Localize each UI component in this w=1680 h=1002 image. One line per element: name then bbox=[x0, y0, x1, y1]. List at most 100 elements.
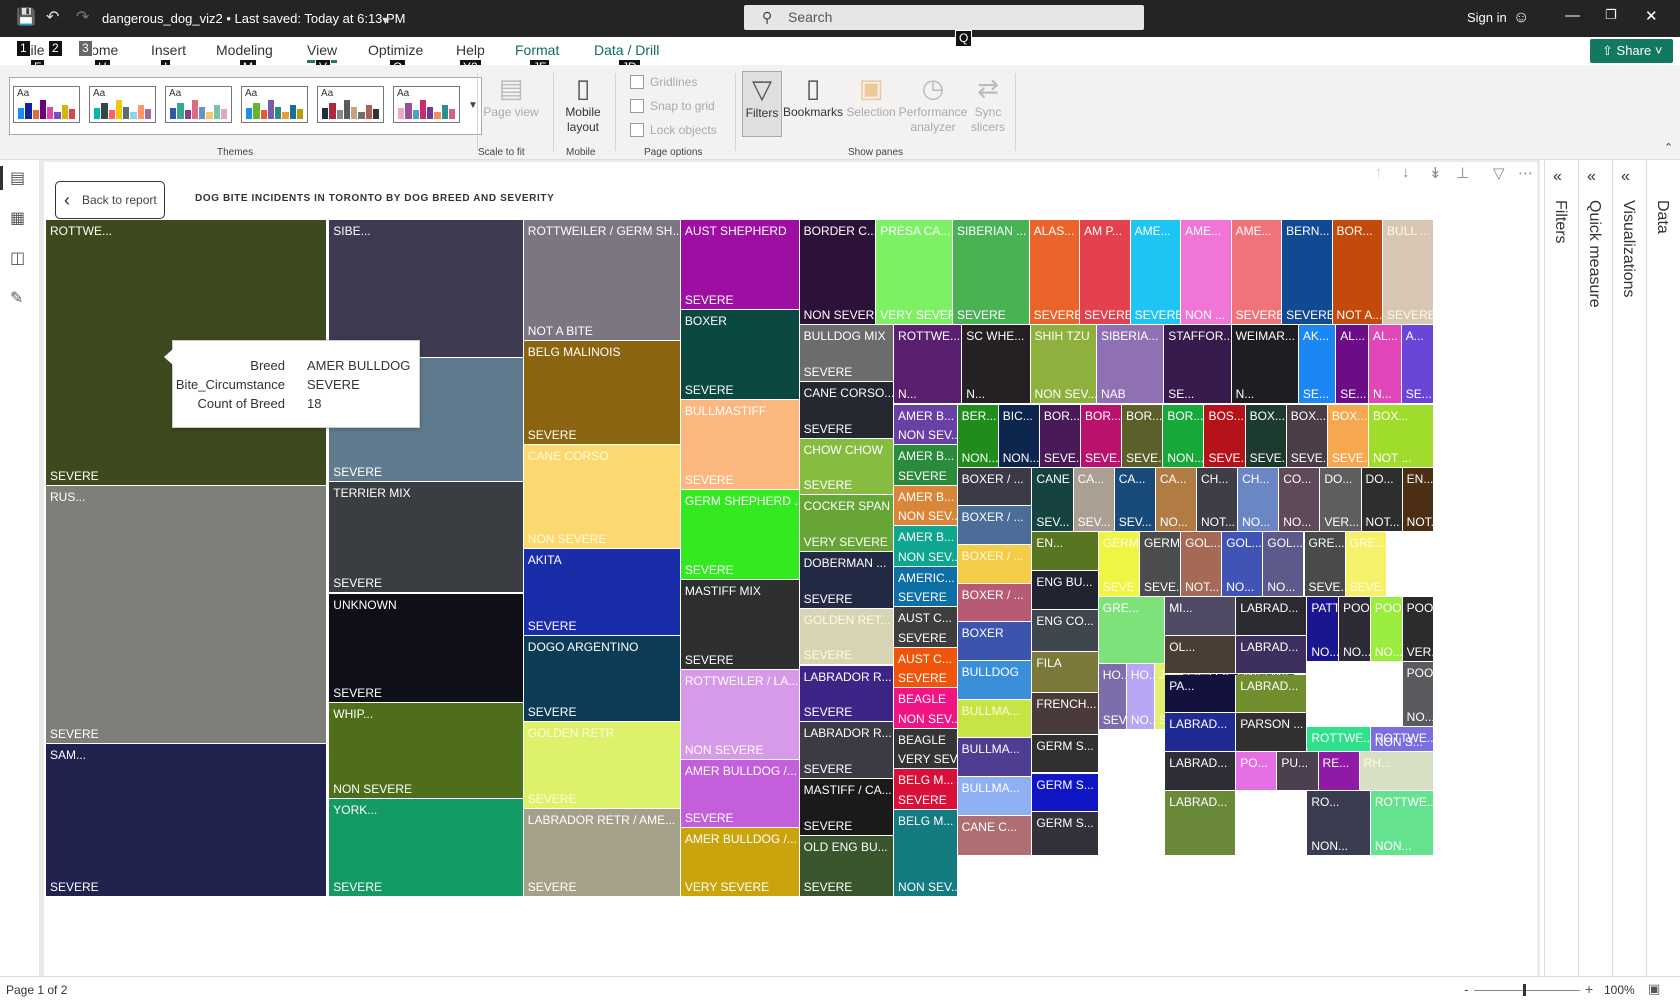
treemap-tile[interactable]: AM P... SEVERE bbox=[1080, 220, 1131, 326]
treemap-tile[interactable]: MASTIFF MIX SEVERE bbox=[680, 580, 800, 670]
treemap-tile[interactable]: OL... bbox=[1165, 635, 1237, 675]
treemap-tile[interactable]: DO... VER... bbox=[1320, 467, 1362, 533]
treemap-tile[interactable]: ROTTWEILER / GERM SH... NOT A BITE bbox=[523, 220, 681, 341]
treemap-tile[interactable]: GOLDEN RET... SEVERE bbox=[799, 608, 895, 666]
treemap-tile[interactable]: WEIMAR... N... bbox=[1231, 325, 1299, 405]
treemap-tile[interactable]: PO... bbox=[1236, 751, 1278, 791]
treemap-tile[interactable]: BELG MALINOIS SEVERE bbox=[523, 340, 681, 445]
treemap-tile[interactable]: LABRAD... bbox=[1236, 597, 1308, 636]
search-input[interactable]: ⚲ Search bbox=[744, 5, 1144, 30]
zoom-slider-track[interactable] bbox=[1474, 990, 1580, 991]
close-icon[interactable]: ✕ bbox=[1645, 7, 1658, 25]
treemap-tile[interactable]: GRE... bbox=[1098, 597, 1166, 664]
treemap-tile[interactable]: AMER B... SEVERE bbox=[894, 445, 958, 486]
page-view-button[interactable]: ▤ Page view bbox=[483, 71, 539, 120]
treemap-tile[interactable]: LABRADOR RETR / AME... SEVERE bbox=[523, 808, 681, 897]
treemap-tile[interactable]: CH... NOT... bbox=[1196, 467, 1239, 533]
treemap-tile[interactable]: AMER B... NON SEV... bbox=[894, 526, 958, 567]
treemap-tile[interactable]: DOBERMAN ... SEVERE bbox=[799, 552, 895, 609]
restore-icon[interactable]: ❐ bbox=[1605, 7, 1617, 23]
save-icon[interactable]: 💾 bbox=[16, 9, 36, 27]
treemap-tile[interactable]: GOL... NOT... bbox=[1181, 532, 1223, 598]
treemap-tile[interactable]: RO... NON... bbox=[1307, 790, 1371, 857]
minimize-icon[interactable]: — bbox=[1565, 7, 1580, 24]
treemap-tile[interactable]: ENG CO... bbox=[1032, 609, 1099, 652]
treemap-tile[interactable]: BOX... SEVE... bbox=[1327, 404, 1369, 468]
bookmarks-pane-button[interactable]: ▯ Bookmarks bbox=[783, 71, 843, 120]
treemap-tile[interactable]: AME... NON ... bbox=[1181, 220, 1232, 326]
theme-swatch[interactable]: Aa bbox=[393, 86, 460, 123]
treemap-tile[interactable]: DOGO ARGENTINO SEVERE bbox=[523, 635, 681, 723]
fit-to-page-icon[interactable]: ▣ bbox=[1648, 981, 1660, 997]
treemap-tile[interactable]: AME... SEVERE bbox=[1231, 220, 1283, 326]
treemap-tile[interactable]: BOXER bbox=[957, 622, 1033, 661]
treemap-tile[interactable]: BOX... SEVE... bbox=[1286, 404, 1328, 468]
treemap-tile[interactable]: GOLDEN RETR SEVERE bbox=[523, 722, 681, 809]
treemap-tile[interactable]: PA... bbox=[1165, 674, 1237, 714]
share-button[interactable]: ⇧ Share ˅ bbox=[1590, 39, 1673, 63]
chevron-down-icon[interactable]: ▼ bbox=[380, 12, 391, 30]
treemap-tile[interactable]: BULLMA... bbox=[957, 699, 1033, 739]
treemap-tile[interactable]: POODLE ... NO... bbox=[1339, 597, 1371, 662]
treemap-tile[interactable]: EN... bbox=[1032, 532, 1099, 571]
treemap-tile[interactable]: AKITA SEVERE bbox=[523, 549, 681, 636]
treemap-tile[interactable]: BORDER C... NON SEVERE bbox=[799, 220, 877, 326]
treemap-tile[interactable]: MI... bbox=[1165, 597, 1237, 636]
treemap-tile[interactable]: LABRAD... bbox=[1165, 790, 1237, 857]
filters-pane[interactable]: « Filters bbox=[1544, 160, 1578, 976]
treemap-tile[interactable]: CANE C... SEV... bbox=[1032, 467, 1074, 533]
treemap-tile[interactable]: LABRAD... bbox=[1165, 751, 1237, 791]
dax-query-icon[interactable]: ✎ bbox=[10, 288, 23, 308]
treemap-tile[interactable]: AMER B... NON SEV... bbox=[894, 485, 958, 526]
treemap-tile[interactable]: BELG M... SEVERE bbox=[894, 769, 958, 810]
treemap-tile[interactable]: SIBE...NON SEVERE bbox=[329, 220, 524, 358]
treemap-tile[interactable]: RUS... SEVERE bbox=[46, 485, 327, 744]
treemap-tile[interactable]: CA... SEV... bbox=[1073, 467, 1115, 533]
treemap-tile[interactable]: BULLMA... bbox=[957, 777, 1033, 816]
treemap-tile[interactable]: BOR... SEVE... bbox=[1122, 404, 1164, 468]
undo-icon[interactable]: ↶ bbox=[46, 9, 59, 27]
treemap-tile[interactable]: BOXER SEVERE bbox=[680, 310, 800, 400]
treemap-tile[interactable]: BOR... NOT A... bbox=[1332, 220, 1384, 326]
treemap-tile[interactable]: FILA bbox=[1032, 652, 1099, 693]
treemap-tile[interactable]: GRE... SEVE... bbox=[1304, 532, 1346, 598]
treemap-tile[interactable]: BULL ... SEVERE bbox=[1383, 220, 1435, 326]
snap-to-grid-checkbox[interactable]: Snap to grid bbox=[630, 99, 715, 113]
visualizations-pane[interactable]: « Visualizations bbox=[1612, 160, 1646, 976]
treemap-tile[interactable]: CANE CORSO NON SEVERE bbox=[523, 445, 681, 550]
treemap-tile[interactable]: WHIP... NON SEVERE bbox=[329, 703, 524, 799]
treemap-tile[interactable]: LABRAD... bbox=[1165, 713, 1237, 752]
gridlines-checkbox[interactable]: Gridlines bbox=[630, 75, 697, 89]
treemap-tile[interactable]: A... SE... bbox=[1401, 325, 1435, 405]
treemap-tile[interactable]: UNKNOWN SEVERE bbox=[329, 593, 524, 704]
treemap-tile[interactable]: GERM S... SEVE... bbox=[1139, 532, 1182, 598]
treemap-tile[interactable]: BEAGLE VERY SEV... bbox=[894, 728, 958, 769]
treemap-tile[interactable]: GERM S... bbox=[1032, 812, 1099, 857]
filters-pane-button[interactable]: ▽ Filters bbox=[742, 71, 782, 137]
next-level-icon[interactable]: ↡ bbox=[1429, 164, 1442, 182]
treemap-tile[interactable]: CANE C... bbox=[957, 815, 1033, 857]
treemap-tile[interactable]: FRENCH... bbox=[1032, 692, 1099, 735]
treemap-tile[interactable]: BELG M... NON SEV... bbox=[894, 809, 958, 897]
visual-filter-icon[interactable]: ▽ bbox=[1493, 164, 1505, 182]
menu-data-drill[interactable]: Data / Drill bbox=[594, 42, 659, 58]
treemap-tile[interactable]: EN... NOT... bbox=[1402, 467, 1435, 533]
treemap-tile[interactable]: CA... SEV... bbox=[1114, 467, 1156, 533]
treemap-tile[interactable]: BOX... NOT ... bbox=[1369, 404, 1435, 468]
menu-optimize[interactable]: Optimize bbox=[368, 42, 423, 58]
treemap-tile[interactable]: GERM SHEPHERD ... SEVERE bbox=[680, 490, 800, 580]
treemap-tile[interactable]: ROTTWE... NON... bbox=[1370, 790, 1435, 857]
treemap-tile[interactable]: HO... SEV... bbox=[1098, 663, 1127, 731]
zoom-in-icon[interactable]: + bbox=[1585, 981, 1593, 997]
zoom-out-icon[interactable]: - bbox=[1464, 981, 1469, 997]
treemap-tile[interactable]: BER... NON... bbox=[957, 404, 999, 468]
treemap-tile[interactable]: BOR... NON... bbox=[1163, 404, 1205, 468]
treemap-tile[interactable]: LABRADOR R... SEVERE bbox=[799, 665, 895, 723]
treemap-tile[interactable]: YORK... SEVERE bbox=[329, 798, 524, 897]
treemap-tile[interactable]: AUST SHEPHERD SEVERE bbox=[680, 220, 800, 310]
quick-measure-pane[interactable]: « Quick measure bbox=[1578, 160, 1612, 976]
menu-help[interactable]: Help bbox=[456, 42, 485, 58]
lock-objects-checkbox[interactable]: Lock objects bbox=[630, 123, 717, 137]
theme-swatch[interactable]: Aa bbox=[13, 86, 80, 123]
treemap-tile[interactable]: LABRAD... bbox=[1236, 635, 1308, 675]
